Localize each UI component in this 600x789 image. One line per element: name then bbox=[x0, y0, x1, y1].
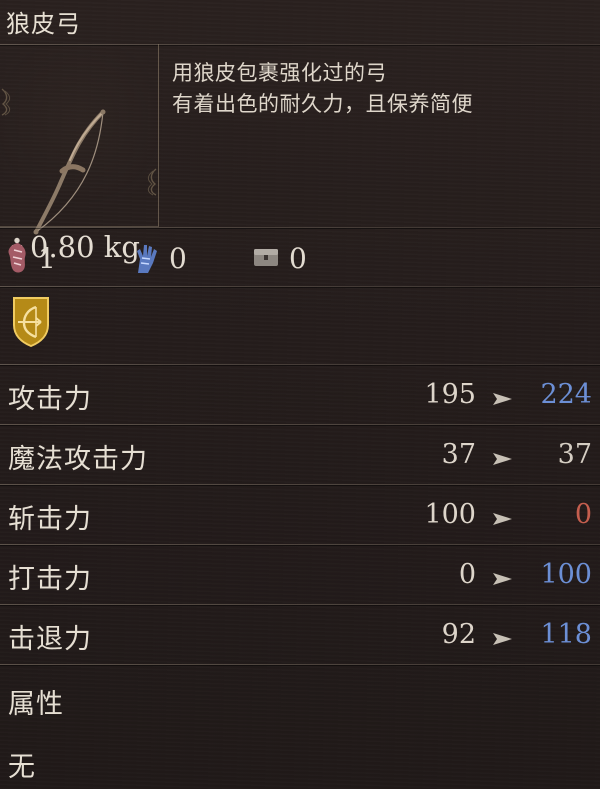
stat-base-value: 37 bbox=[441, 439, 476, 470]
dexterity-icon bbox=[137, 245, 157, 273]
arrow-right-icon bbox=[493, 633, 512, 645]
stat-new-value: 0 bbox=[574, 499, 592, 530]
strength-icon bbox=[8, 243, 26, 273]
requirement-chest: 0 bbox=[251, 240, 307, 276]
stat-label: 击退力 bbox=[8, 624, 92, 655]
attribute-value: 无 bbox=[8, 752, 35, 783]
dexterity-value: 0 bbox=[169, 241, 187, 275]
stat-base-value: 92 bbox=[441, 619, 476, 650]
chest-value: 0 bbox=[289, 241, 307, 275]
stat-row-magic-attack: 魔法攻击力 37 37 bbox=[0, 425, 600, 485]
stat-new-value: 224 bbox=[540, 379, 592, 410]
stat-row-attack: 攻击力 195 224 bbox=[0, 365, 600, 425]
arrow-right-icon bbox=[493, 573, 512, 585]
item-detail-panel: 狼皮弓 0.80 kg 用狼皮包裹强化过的弓 有着出色的耐久力，且保养简便 1 … bbox=[0, 0, 600, 789]
stat-base-value: 195 bbox=[424, 379, 476, 410]
arrow-right-icon bbox=[493, 393, 512, 405]
arrow-right-icon bbox=[493, 513, 512, 525]
stat-label: 打击力 bbox=[8, 564, 92, 595]
stat-base-value: 100 bbox=[424, 499, 476, 530]
bow-shield-icon bbox=[13, 297, 49, 348]
upper-divider bbox=[0, 227, 600, 228]
description-line-2: 有着出色的耐久力，且保养简便 bbox=[172, 92, 473, 116]
stat-row-strike: 打击力 0 100 bbox=[0, 545, 600, 605]
item-image-frame: 0.80 kg bbox=[0, 44, 159, 264]
stat-new-value: 100 bbox=[540, 559, 592, 590]
stat-new-value: 118 bbox=[540, 619, 592, 650]
stat-row-knockback: 击退力 92 118 bbox=[0, 605, 600, 665]
strength-value: 1 bbox=[38, 241, 56, 275]
bow-icon bbox=[33, 109, 106, 235]
stat-row-slash: 斩击力 100 0 bbox=[0, 485, 600, 545]
frame-ornament-right-icon bbox=[147, 168, 157, 196]
stat-label: 魔法攻击力 bbox=[8, 444, 148, 475]
chest-icon bbox=[254, 249, 278, 266]
frame-ornament-left-icon bbox=[1, 88, 11, 116]
item-title: 狼皮弓 bbox=[6, 10, 81, 38]
stat-new-value: 37 bbox=[557, 439, 592, 470]
stat-row-divider bbox=[0, 664, 600, 665]
requirements-divider bbox=[0, 286, 600, 287]
stats-list: 攻击力 195 224 魔法攻击力 37 37 斩击力 100 0 打击力 0 … bbox=[0, 365, 600, 665]
attribute-label: 属性 bbox=[8, 689, 64, 720]
stat-base-value: 0 bbox=[458, 559, 476, 590]
arrow-right-icon bbox=[493, 453, 512, 465]
requirements-row: 1 0 0 bbox=[6, 240, 366, 276]
stat-label: 攻击力 bbox=[8, 384, 92, 415]
item-description: 用狼皮包裹强化过的弓 有着出色的耐久力，且保养简便 bbox=[172, 58, 582, 120]
stat-label: 斩击力 bbox=[8, 504, 92, 535]
requirement-dexterity: 0 bbox=[131, 240, 187, 276]
requirement-strength: 1 bbox=[6, 240, 56, 276]
description-line-1: 用狼皮包裹强化过的弓 bbox=[172, 61, 387, 85]
